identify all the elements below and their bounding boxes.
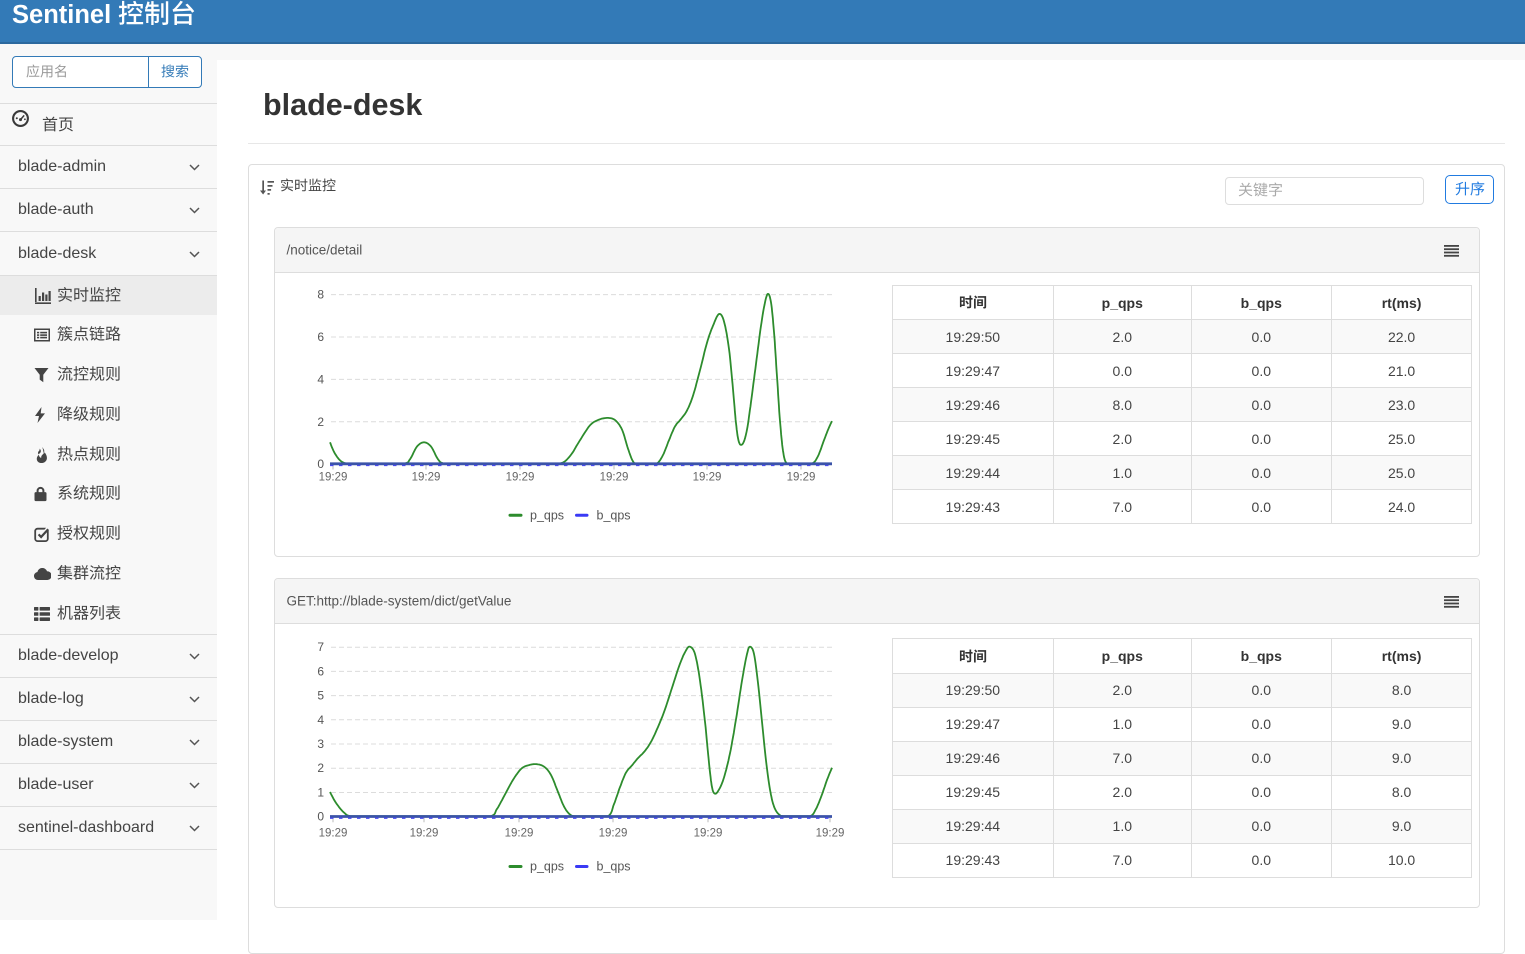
svg-text:19:29: 19:29	[693, 472, 722, 484]
svg-text:b_qps: b_qps	[597, 509, 631, 523]
svg-text:b_qps: b_qps	[597, 860, 631, 874]
svg-text:0: 0	[318, 458, 325, 472]
svg-text:2: 2	[318, 415, 325, 429]
svg-text:p_qps: p_qps	[530, 860, 564, 874]
svg-text:19:29: 19:29	[410, 828, 439, 840]
svg-text:19:29: 19:29	[319, 828, 348, 840]
svg-text:1: 1	[318, 786, 325, 800]
svg-text:6: 6	[318, 665, 325, 679]
svg-text:19:29: 19:29	[787, 472, 816, 484]
svg-text:19:29: 19:29	[505, 828, 534, 840]
svg-text:2: 2	[318, 761, 325, 775]
svg-text:4: 4	[318, 713, 325, 727]
svg-text:19:29: 19:29	[506, 472, 535, 484]
svg-text:0: 0	[318, 810, 325, 824]
svg-text:4: 4	[318, 373, 325, 387]
svg-text:p_qps: p_qps	[530, 509, 564, 523]
svg-text:3: 3	[318, 737, 325, 751]
svg-text:6: 6	[318, 330, 325, 344]
svg-text:19:29: 19:29	[412, 472, 441, 484]
svg-text:19:29: 19:29	[599, 828, 628, 840]
svg-text:8: 8	[318, 288, 325, 302]
svg-text:5: 5	[318, 689, 325, 703]
svg-text:7: 7	[318, 640, 325, 654]
svg-text:19:29: 19:29	[319, 472, 348, 484]
svg-text:19:29: 19:29	[694, 828, 723, 840]
svg-text:19:29: 19:29	[600, 472, 629, 484]
svg-text:19:29: 19:29	[816, 828, 845, 840]
